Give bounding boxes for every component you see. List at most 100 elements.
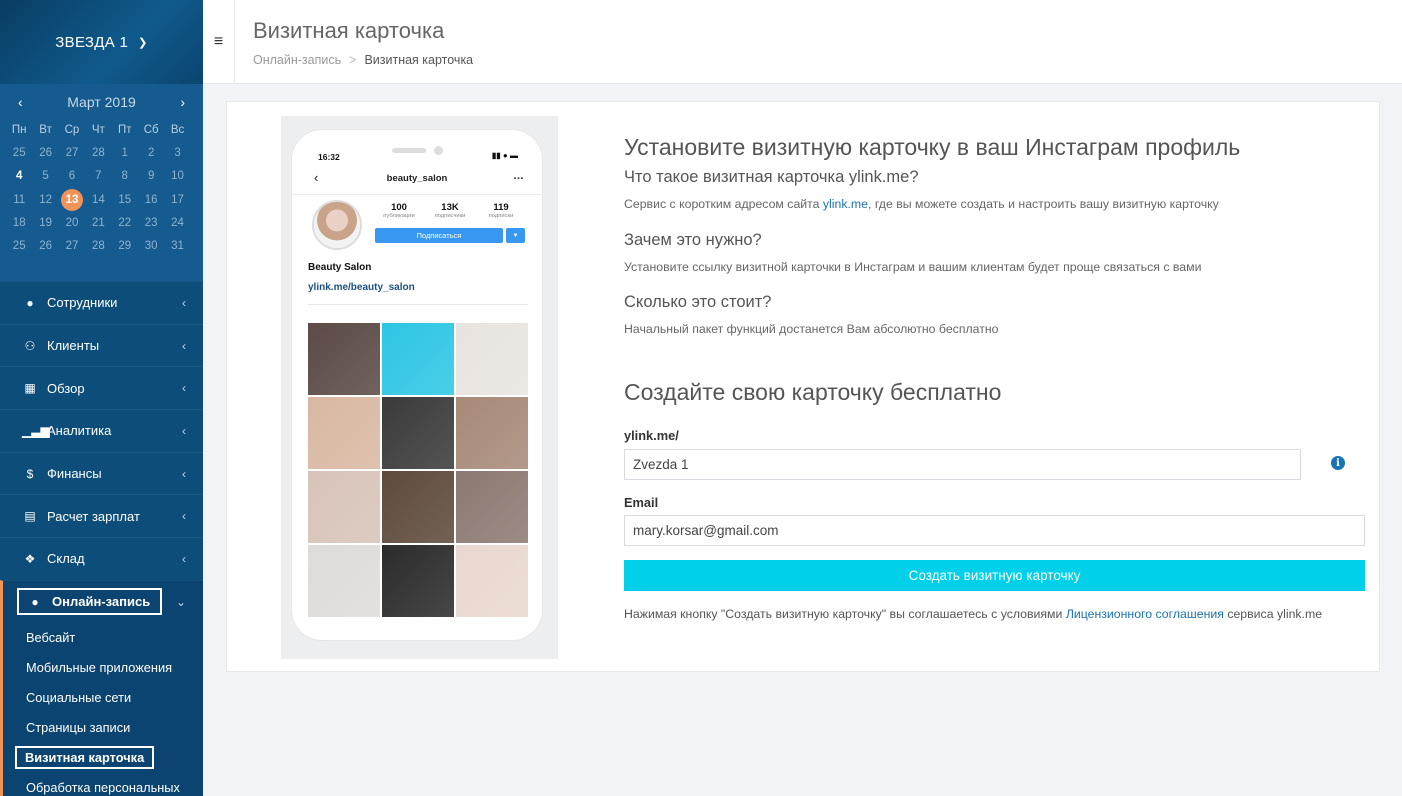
email-field[interactable] <box>624 515 1365 546</box>
calendar-day[interactable]: 30 <box>138 234 164 257</box>
calendar-day[interactable]: 1 <box>112 141 138 164</box>
calendar-day[interactable]: 27 <box>59 141 85 164</box>
calendar-day[interactable]: 16 <box>138 188 164 211</box>
org-selector[interactable]: ЗВЕЗДА 1 ❯ <box>0 0 203 84</box>
submenu-item[interactable]: Вебсайт <box>3 623 203 653</box>
menu-toggle-icon[interactable]: ≡ <box>203 0 235 84</box>
calendar-day[interactable]: 22 <box>112 211 138 234</box>
calendar-day[interactable]: 10 <box>164 165 190 188</box>
submenu-item-label: Мобильные приложения <box>26 660 173 675</box>
submenu-item[interactable]: Визитная карточка <box>3 743 203 773</box>
submenu-item-label: Социальные сети <box>26 690 132 705</box>
info-icon[interactable]: i <box>1331 456 1345 470</box>
photo-tile <box>382 397 454 469</box>
avatar <box>312 200 362 250</box>
weekday-label: Вт <box>39 123 52 136</box>
calendar-day[interactable]: 27 <box>59 234 85 257</box>
calendar-day[interactable]: 31 <box>164 234 190 257</box>
sidebar-item-6[interactable]: ❖ Склад ‹ <box>0 537 203 580</box>
weekday-label: Вс <box>170 123 185 136</box>
chevron-left-icon: ‹ <box>182 381 186 396</box>
sidebar-item-label: Расчет зарплат <box>47 508 140 524</box>
sidebar-item-5[interactable]: ▤ Расчет зарплат ‹ <box>0 494 203 537</box>
calendar-day[interactable]: 15 <box>112 188 138 211</box>
calendar-day[interactable]: 18 <box>6 211 32 234</box>
sidebar-item-1[interactable]: ⚇ Клиенты ‹ <box>0 323 203 367</box>
calendar-day[interactable]: 11 <box>6 188 32 211</box>
bio-link: ylink.me/beauty_salon <box>308 282 415 293</box>
more-icon: … <box>513 170 524 182</box>
main-heading: Установите визитную карточку в ваш Инста… <box>624 134 1241 160</box>
calendar-day[interactable]: 19 <box>32 211 58 234</box>
calendar-day[interactable]: 24 <box>164 211 190 234</box>
agreement-text: Нажимая кнопку "Создать визитную карточк… <box>624 607 1323 621</box>
calendar-day[interactable]: 17 <box>164 188 190 211</box>
calendar-day[interactable]: 25 <box>6 141 32 164</box>
sidebar-item-0[interactable]: ● Сотрудники ‹ <box>0 281 203 324</box>
calendar-day[interactable]: 23 <box>138 211 164 234</box>
weekday-label: Пн <box>11 123 27 136</box>
next-month-button[interactable]: › <box>180 94 185 110</box>
divider <box>292 194 542 195</box>
submenu-item[interactable]: Обработка персональных <box>3 773 203 796</box>
photo-tile <box>382 471 454 543</box>
breadcrumb-link[interactable]: Онлайн-запись <box>253 53 341 67</box>
photo-tile <box>382 323 454 395</box>
sidebar-item-2[interactable]: ▦ Обзор ‹ <box>0 366 203 409</box>
chevron-left-icon: ‹ <box>182 509 186 524</box>
calendar-day[interactable]: 29 <box>112 234 138 257</box>
calendar-day[interactable]: 12 <box>32 188 58 211</box>
prev-month-button[interactable]: ‹ <box>18 94 23 110</box>
sidebar-item-label: Финансы <box>47 466 102 482</box>
menu-item-online-booking[interactable]: ● Онлайн-запись ⌄ <box>0 579 203 623</box>
create-card-button[interactable]: Создать визитную карточку <box>624 560 1365 591</box>
calendar-day[interactable]: 25 <box>6 234 32 257</box>
calendar-day[interactable]: 3 <box>164 141 190 164</box>
submenu-item[interactable]: Социальные сети <box>3 683 203 713</box>
license-agreement-link[interactable]: Лицензионного соглашения <box>1066 607 1224 621</box>
stat-followers: 13K подписчики <box>434 202 466 219</box>
submenu-item-label: Визитная карточка <box>15 746 155 769</box>
bar-chart-icon: ▁▃▆ <box>22 423 50 438</box>
photo-tile <box>456 471 528 543</box>
calendar-day[interactable]: 8 <box>112 165 138 188</box>
signal-wifi-battery-icon: ▮▮ ● ▬ <box>491 151 518 160</box>
calendar-day[interactable]: 13 <box>59 188 85 211</box>
ylink-link[interactable]: ylink.me <box>823 197 868 211</box>
submenu-item[interactable]: Страницы записи <box>3 713 203 743</box>
submenu-item-label: Обработка персональных <box>26 780 180 795</box>
boxes-icon: ❖ <box>24 551 36 566</box>
calendar-day[interactable]: 4 <box>6 165 32 188</box>
chevron-left-icon: ‹ <box>182 423 186 438</box>
calendar-day[interactable]: 20 <box>59 211 85 234</box>
breadcrumb-current: Визитная карточка <box>364 53 474 67</box>
sidebar-item-label: Аналитика <box>47 423 112 439</box>
calendar-day[interactable]: 5 <box>32 165 58 188</box>
stat-following: 119 подписки <box>488 202 514 219</box>
calendar-day[interactable]: 28 <box>85 141 111 164</box>
faq-question: Зачем это нужно? <box>624 231 762 249</box>
faq-question: Сколько это стоит? <box>624 293 772 311</box>
phone-frame: 16:32 ▮▮ ● ▬ ‹ beauty_salon … 100 публика… <box>292 130 542 640</box>
sidebar: ЗВЕЗДА 1 ❯ ‹ Март 2019 › Пн Вт Ср Чт Пт Сб Вс 2… <box>0 0 203 796</box>
photo-tile <box>308 471 380 543</box>
ylink-input[interactable] <box>624 449 1301 480</box>
calendar-day[interactable]: 26 <box>32 234 58 257</box>
calendar-day[interactable]: 28 <box>85 234 111 257</box>
calendar-day[interactable]: 7 <box>85 165 111 188</box>
sidebar-item-3[interactable]: ▁▃▆ Аналитика ‹ <box>0 409 203 452</box>
chevron-down-icon: ⌄ <box>175 594 186 609</box>
submenu-item[interactable]: Мобильные приложения <box>3 653 203 683</box>
sidebar-item-4[interactable]: $ Финансы ‹ <box>0 451 203 495</box>
calendar-day[interactable]: 9 <box>138 165 164 188</box>
calendar-month: Март 2019 <box>67 94 136 110</box>
mini-calendar: ‹ Март 2019 › Пн Вт Ср Чт Пт Сб Вс 25 26 27 28 1 2 3 4… <box>0 84 203 281</box>
calendar-day[interactable]: 2 <box>138 141 164 164</box>
phone-speaker <box>392 148 426 153</box>
calendar-day[interactable]: 26 <box>32 141 58 164</box>
calendar-day[interactable]: 14 <box>85 188 111 211</box>
phone-preview: 16:32 ▮▮ ● ▬ ‹ beauty_salon … 100 публика… <box>281 116 558 659</box>
calendar-day[interactable]: 21 <box>85 211 111 234</box>
calendar-day[interactable]: 6 <box>59 165 85 188</box>
sidebar-item-label: Сотрудники <box>47 295 118 311</box>
